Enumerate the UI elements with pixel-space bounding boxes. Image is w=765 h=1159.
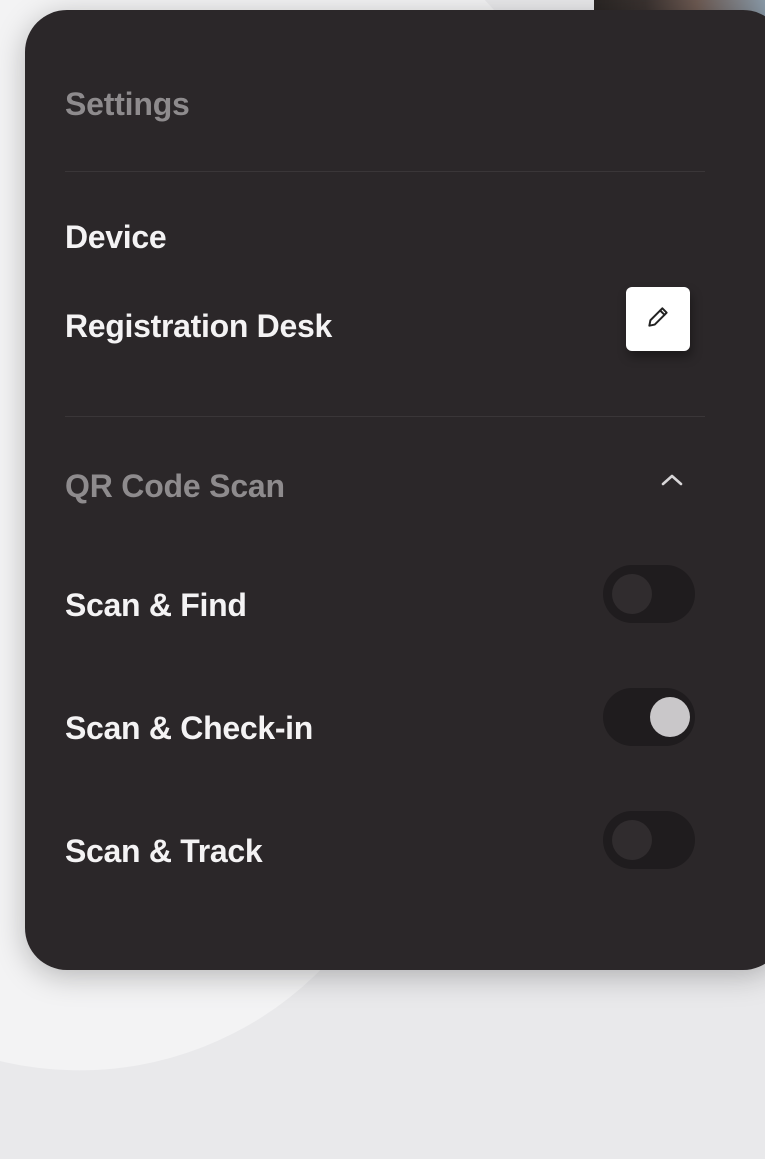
qr-code-scan-title: QR Code Scan <box>65 468 285 504</box>
toggle-knob <box>650 697 690 737</box>
settings-title: Settings <box>65 86 190 122</box>
scan-track-toggle[interactable] <box>603 811 695 869</box>
scan-check-in-label: Scan & Check-in <box>65 710 314 746</box>
scan-check-in-toggle[interactable] <box>603 688 695 746</box>
scan-track-label: Scan & Track <box>65 833 263 869</box>
collapse-qr-section-button[interactable] <box>652 462 692 502</box>
toggle-knob <box>612 820 652 860</box>
device-heading: Device <box>65 219 167 255</box>
scan-find-toggle[interactable] <box>603 565 695 623</box>
edit-device-button[interactable] <box>626 287 690 351</box>
divider <box>65 416 705 417</box>
pencil-icon <box>645 304 671 335</box>
chevron-up-icon <box>656 470 688 495</box>
divider <box>65 171 705 172</box>
device-name: Registration Desk <box>65 308 332 344</box>
toggle-knob <box>612 574 652 614</box>
scan-find-label: Scan & Find <box>65 587 247 623</box>
